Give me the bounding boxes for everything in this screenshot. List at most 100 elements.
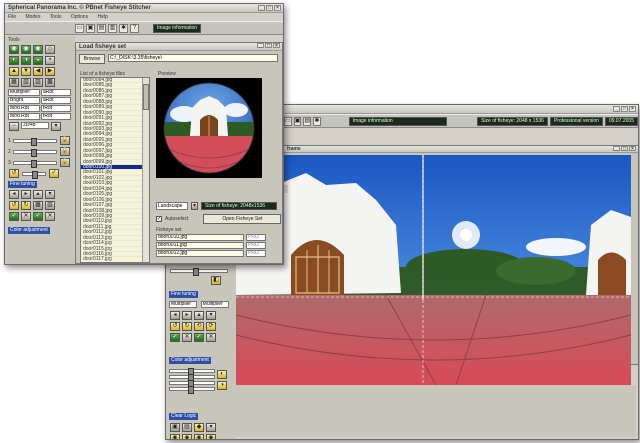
autoselect-checkbox[interactable]: ✓ xyxy=(156,216,162,222)
pano-fine-btn-10[interactable]: ✕ xyxy=(182,333,192,342)
file-list-scrollbar[interactable] xyxy=(142,78,149,262)
fine-btn-10[interactable]: ✕ xyxy=(21,212,31,221)
main-minimize-icon[interactable]: _ xyxy=(258,5,265,11)
pano-clear-btn-8[interactable]: ◉ xyxy=(206,434,216,439)
multiplier-field[interactable]: Multiplier xyxy=(8,89,40,96)
pano-fine-btn-3[interactable]: ▴ xyxy=(194,311,204,320)
pano-clear-btn-7[interactable]: ◉ xyxy=(194,434,204,439)
tool-l-icon[interactable]: ▩ xyxy=(45,78,55,87)
fisheye-set-item[interactable]: door0011.jpg PRIZ xyxy=(156,242,276,249)
pano-frame-titlebar[interactable]: frame _ □ × xyxy=(284,146,638,153)
frame-close-icon[interactable]: × xyxy=(629,146,636,152)
fine-btn-3[interactable]: ▴ xyxy=(33,190,43,199)
tools-icon[interactable]: ✱ xyxy=(119,23,128,33)
minimize-icon[interactable]: _ xyxy=(613,106,620,112)
pano-clear-btn-6[interactable]: ◉ xyxy=(182,434,192,439)
reset-icon[interactable]: ↺ xyxy=(9,169,19,178)
tool-f-icon[interactable]: ▼ xyxy=(21,67,31,76)
main-close-icon[interactable]: × xyxy=(274,5,281,11)
fine-btn-2[interactable]: ▸ xyxy=(21,190,31,199)
dialog-close-icon[interactable]: × xyxy=(273,43,280,49)
dialog-maximize-icon[interactable]: □ xyxy=(265,43,272,49)
fine-btn-5[interactable]: ↺ xyxy=(9,201,19,210)
fine-btn-1[interactable]: ◂ xyxy=(9,190,19,199)
tool-mirror-icon[interactable]: ◉ xyxy=(33,45,43,54)
slider-2-lock-icon[interactable]: 🔒 xyxy=(59,147,70,156)
pano-fine-btn-6[interactable]: ↻ xyxy=(182,322,192,331)
slider-3-lock-icon[interactable]: 🔒 xyxy=(59,158,70,167)
open-icon[interactable]: ▭ xyxy=(284,116,292,126)
main-titlebar[interactable]: Spherical Panorama Inc. © PBnet Fisheye … xyxy=(5,4,283,13)
tool-b-icon[interactable]: ◑ xyxy=(21,56,31,65)
fine-btn-8[interactable]: ▧ xyxy=(45,201,55,210)
pano-fine-btn-2[interactable]: ▸ xyxy=(182,311,192,320)
tool-e-icon[interactable]: ▲ xyxy=(9,67,19,76)
tool-h-icon[interactable]: ▶ xyxy=(45,67,55,76)
menu-tools[interactable]: Tools xyxy=(50,14,62,20)
pano-color-btn-2[interactable]: ◑ xyxy=(217,381,227,390)
open-folder-icon[interactable]: ▣ xyxy=(86,23,95,33)
apply-icon[interactable]: ✓ xyxy=(49,169,59,178)
print-icon[interactable]: ▤ xyxy=(303,116,312,126)
slider-1[interactable] xyxy=(12,137,57,146)
tool-crop-icon[interactable]: ◇ xyxy=(45,45,55,54)
tool-i-icon[interactable]: ▦ xyxy=(9,78,19,87)
frame-minimize-icon[interactable]: _ xyxy=(613,146,620,152)
bright-field[interactable]: Bright xyxy=(8,97,40,104)
zoom-out-icon[interactable]: − xyxy=(9,122,19,131)
tool-a-icon[interactable]: ◐ xyxy=(9,56,19,65)
fine-btn-6[interactable]: ↻ xyxy=(21,201,31,210)
tool-rotate-icon[interactable]: ◉ xyxy=(9,45,19,54)
help-icon[interactable]: ? xyxy=(130,23,139,33)
fine-btn-7[interactable]: ▦ xyxy=(33,201,43,210)
fisheye-set-item[interactable]: door0012.jpg PRIZ xyxy=(156,250,276,257)
fisheye-set-item[interactable]: door0010.jpg PRIZ xyxy=(156,234,276,241)
dialog-titlebar[interactable]: Load fisheye set _ □ × xyxy=(76,43,282,51)
pano-fine-btn-11[interactable]: ✓ xyxy=(194,333,204,342)
pano-fine-btn-8[interactable]: ⟳ xyxy=(206,322,216,331)
pano-top-btn[interactable]: ◧ xyxy=(211,276,221,285)
frot-field[interactable]: fRot xyxy=(41,105,71,112)
slider-4[interactable] xyxy=(22,170,46,179)
close-icon[interactable]: × xyxy=(629,106,636,112)
menu-help[interactable]: Help xyxy=(97,14,107,20)
pano-blue-slider[interactable] xyxy=(169,380,215,388)
pano-fine-btn-4[interactable]: ▾ xyxy=(206,311,216,320)
slider-1-lock-icon[interactable]: 🔒 xyxy=(59,136,70,145)
tool-d-icon[interactable]: ◓ xyxy=(45,56,55,65)
pano-clear-btn-3[interactable]: ◆ xyxy=(194,423,204,432)
scrollbar-thumb[interactable] xyxy=(143,84,149,110)
browse-button[interactable]: Browse xyxy=(79,54,105,64)
dialog-minimize-icon[interactable]: _ xyxy=(257,43,264,49)
menu-file[interactable]: File xyxy=(8,14,16,20)
menu-modes[interactable]: Modes xyxy=(25,14,40,20)
zoom-dropdown-icon[interactable]: ▾ xyxy=(51,122,61,131)
pano-fine-field-1[interactable]: Multiplier xyxy=(169,301,197,308)
frame-maximize-icon[interactable]: □ xyxy=(621,146,628,152)
mod-rot-field-2[interactable]: Mod Rot xyxy=(8,113,40,120)
save-disk-icon[interactable]: ▤ xyxy=(97,23,106,33)
tool-flip-icon[interactable]: ◉ xyxy=(21,45,31,54)
new-icon[interactable]: ▭ xyxy=(75,23,84,33)
fine-btn-9[interactable]: ✓ xyxy=(9,212,19,221)
settings-icon[interactable]: ✱ xyxy=(313,116,321,126)
path-field[interactable]: C:\_DISK:\3.35\fisheye\ xyxy=(108,54,278,62)
pano-bright-slider[interactable] xyxy=(169,386,215,394)
open-fisheye-set-button[interactable]: Open Fisheye Set xyxy=(203,214,282,224)
pano-fine-btn-5[interactable]: ↺ xyxy=(170,322,180,331)
file-list[interactable]: door0084.jpg door0085.jpg door0086.jpg door… xyxy=(80,77,150,263)
pano-fine-field-2[interactable]: Multiplier xyxy=(200,301,229,308)
print-icon[interactable]: ▥ xyxy=(108,23,117,33)
orientation-dropdown-icon[interactable]: ▾ xyxy=(191,202,198,210)
save-icon[interactable]: ▣ xyxy=(293,116,302,126)
tool-k-icon[interactable]: ▨ xyxy=(33,78,43,87)
pano-fine-btn-9[interactable]: ✓ xyxy=(170,333,180,342)
pano-clear-btn-1[interactable]: ▣ xyxy=(170,423,180,432)
frot-field-2[interactable]: fRot xyxy=(41,113,71,120)
pano-red-slider[interactable] xyxy=(169,368,215,376)
menu-options[interactable]: Options xyxy=(71,14,88,20)
zoom-field[interactable]: 20/48 xyxy=(21,122,49,129)
pano-clear-btn-4[interactable]: ▾ xyxy=(206,423,216,432)
slider-2[interactable] xyxy=(12,148,57,157)
pano-clear-btn-5[interactable]: ◉ xyxy=(170,434,180,439)
